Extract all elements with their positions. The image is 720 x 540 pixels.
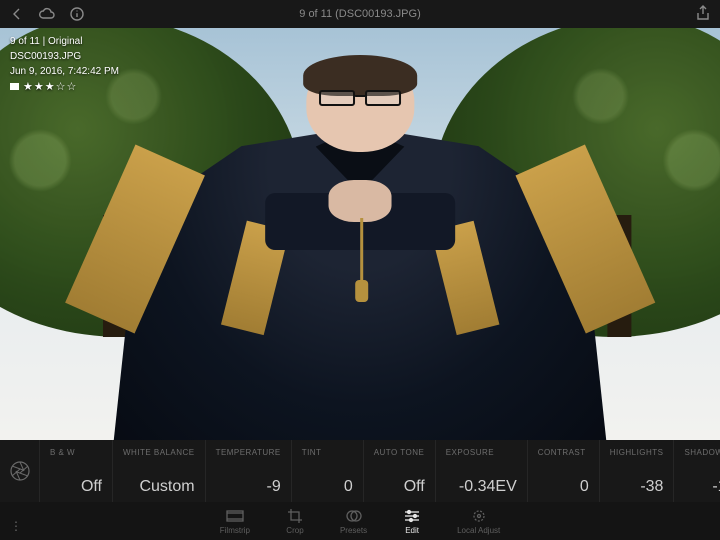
param-exposure[interactable]: EXPOSURE-0.34EV (435, 440, 527, 502)
param-tint[interactable]: TINT0 (291, 440, 363, 502)
tool-crop[interactable]: Crop (286, 508, 304, 535)
tool-edit[interactable]: Edit (403, 508, 421, 535)
adjustments-strip: B & WOff WHITE BALANCECustom TEMPERATURE… (0, 440, 720, 502)
more-icon[interactable]: ⋮ (10, 524, 22, 528)
back-icon[interactable] (10, 7, 24, 21)
tool-presets[interactable]: Presets (340, 508, 367, 535)
param-white-balance[interactable]: WHITE BALANCECustom (112, 440, 205, 502)
tool-filmstrip[interactable]: Filmstrip (220, 508, 250, 535)
aperture-icon[interactable] (0, 440, 40, 502)
top-bar: 9 of 11 (DSC00193.JPG) (0, 0, 720, 28)
image-counter: 9 of 11 (DSC00193.JPG) (0, 8, 720, 20)
param-temperature[interactable]: TEMPERATURE-9 (205, 440, 291, 502)
tool-local-adjust[interactable]: Local Adjust (457, 508, 500, 535)
overlay-filename: DSC00193.JPG (10, 49, 119, 64)
cloud-icon[interactable] (38, 7, 56, 21)
share-icon[interactable] (696, 5, 710, 21)
overlay-index: 9 of 11 | Original (10, 34, 119, 49)
metadata-overlay: 9 of 11 | Original DSC00193.JPG Jun 9, 2… (10, 34, 119, 96)
param-highlights[interactable]: HIGHLIGHTS-38 (599, 440, 674, 502)
param-auto-tone[interactable]: AUTO TONEOff (363, 440, 435, 502)
info-icon[interactable] (70, 7, 84, 21)
overlay-timestamp: Jun 9, 2016, 7:42:42 PM (10, 64, 119, 79)
bottom-toolbar: ⋮ Filmstrip Crop Presets Edit Local Adju… (0, 502, 720, 540)
param-bw[interactable]: B & WOff (40, 440, 112, 502)
param-contrast[interactable]: CONTRAST0 (527, 440, 599, 502)
overlay-rating: ★★★☆☆ (10, 79, 119, 96)
param-shadows[interactable]: SHADOWS-13 (673, 440, 720, 502)
image-canvas[interactable]: 9 of 11 | Original DSC00193.JPG Jun 9, 2… (0, 28, 720, 440)
adjustment-params[interactable]: B & WOff WHITE BALANCECustom TEMPERATURE… (40, 440, 720, 502)
